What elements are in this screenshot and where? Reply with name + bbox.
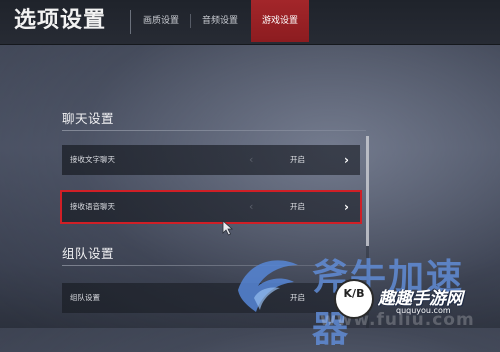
- chevron-right-icon[interactable]: ›: [344, 192, 349, 222]
- page-title: 选项设置: [14, 8, 107, 33]
- watermark-logo-icon: [228, 250, 308, 324]
- setting-value: 开启: [290, 202, 305, 211]
- setting-label: 接收文字聊天: [70, 155, 115, 164]
- title-divider: [130, 10, 131, 34]
- setting-label: 组队设置: [70, 293, 100, 302]
- tab-audio[interactable]: 音频设置: [191, 0, 249, 42]
- setting-row-text-chat[interactable]: 接收文字聊天 ‹ 开启 ›: [62, 145, 360, 175]
- top-bar: 选项设置 画质设置 音频设置 游戏设置: [0, 0, 500, 45]
- section-divider: [62, 130, 366, 131]
- mouse-cursor-icon: [222, 220, 234, 240]
- section-title-team: 组队设置: [62, 246, 115, 261]
- watermark-badge-text: K/B: [343, 287, 365, 300]
- setting-value: 开启: [290, 155, 305, 164]
- chevron-left-icon[interactable]: ‹: [249, 145, 253, 175]
- section-title-chat: 聊天设置: [62, 111, 115, 126]
- tab-game[interactable]: 游戏设置: [251, 0, 309, 42]
- setting-label: 接收语音聊天: [70, 202, 115, 211]
- scrollbar-thumb[interactable]: [366, 136, 369, 246]
- setting-row-voice-chat[interactable]: 接收语音聊天 ‹ 开启 ›: [60, 190, 362, 224]
- tab-video[interactable]: 画质设置: [132, 0, 190, 42]
- chevron-right-icon[interactable]: ›: [344, 145, 349, 175]
- chevron-left-icon[interactable]: ‹: [249, 192, 253, 222]
- watermark-url: ququyou.com: [396, 306, 451, 315]
